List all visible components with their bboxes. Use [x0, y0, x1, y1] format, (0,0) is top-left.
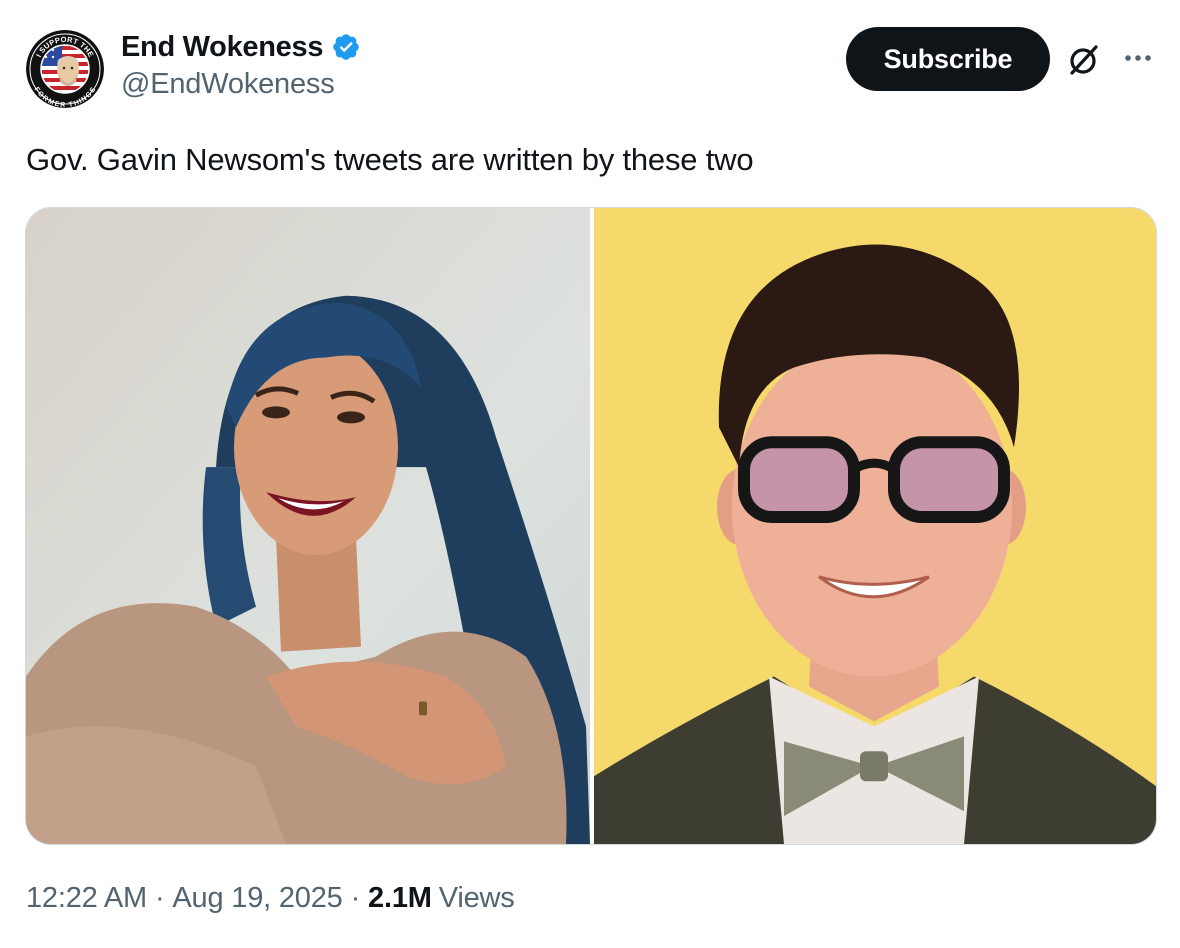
photo-woman-blue-hair[interactable]	[26, 208, 590, 844]
post-time[interactable]: 12:22 AM	[26, 882, 147, 915]
media-grid[interactable]	[25, 207, 1157, 845]
author-block: End Wokeness @EndWokeness	[121, 28, 361, 101]
post-date[interactable]: Aug 19, 2025	[172, 882, 342, 915]
author-display-name[interactable]: End Wokeness	[121, 31, 323, 64]
tweet-text: Gov. Gavin Newsom's tweets are written b…	[26, 142, 754, 177]
slashed-circle-icon[interactable]	[1066, 42, 1102, 78]
tweet: I SUPPORT THE FORMER THINGS End Wokeness…	[0, 0, 1180, 948]
meta-separator: ·	[154, 882, 165, 914]
photo-man-image	[594, 208, 1156, 844]
author-avatar[interactable]: I SUPPORT THE FORMER THINGS	[26, 30, 104, 108]
photo-man-glasses[interactable]	[594, 208, 1156, 844]
author-name-row: End Wokeness	[121, 28, 361, 66]
ellipsis-icon[interactable]	[1120, 48, 1160, 68]
author-handle[interactable]: @EndWokeness	[121, 68, 361, 101]
views-label: Views	[438, 882, 515, 914]
photo-woman-image	[26, 208, 590, 844]
meta-separator-2: ·	[350, 882, 361, 914]
verified-badge-icon[interactable]	[331, 32, 361, 62]
tweet-meta: 12:22 AM · Aug 19, 2025 · 2.1M Views	[26, 882, 515, 915]
views-count: 2.1M	[368, 882, 432, 914]
avatar-badge-image: I SUPPORT THE FORMER THINGS	[26, 30, 104, 108]
subscribe-button[interactable]: Subscribe	[846, 27, 1050, 91]
